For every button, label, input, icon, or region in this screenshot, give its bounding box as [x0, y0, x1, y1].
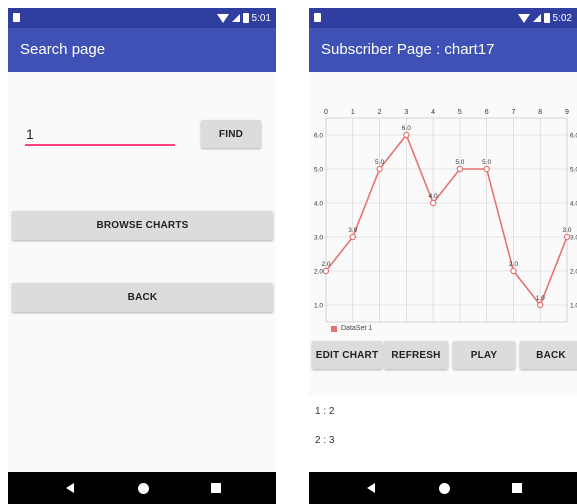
- data-point: [483, 165, 490, 173]
- legend-label: DataSet 1: [341, 325, 373, 332]
- legend-swatch: [331, 325, 337, 332]
- back-button[interactable]: BACK: [520, 341, 577, 369]
- x-tick-label: 7: [511, 109, 515, 116]
- browse-charts-button[interactable]: BROWSE CHARTS: [12, 211, 273, 240]
- y-tick-label-right: 2.0: [570, 269, 577, 276]
- y-tick-label-left: 5.0: [314, 167, 323, 174]
- nav-recent-icon[interactable]: [512, 483, 522, 493]
- data-value-label: 3.0: [348, 227, 357, 234]
- nav-home-icon[interactable]: [439, 483, 450, 494]
- x-tick-label: 3: [404, 109, 408, 116]
- x-tick-label: 1: [351, 109, 355, 116]
- signal-icon: [231, 14, 240, 22]
- status-time: 5:02: [552, 12, 572, 24]
- y-tick-label-left: 1.0: [314, 303, 323, 310]
- y-tick-label-right: 5.0: [570, 167, 577, 174]
- message-item: 1 : 2: [315, 406, 335, 417]
- y-tick-label-left: 4.0: [314, 201, 323, 208]
- status-bar: 5:02: [309, 8, 577, 28]
- data-value-label: 6.0: [402, 125, 411, 132]
- x-tick-label: 2: [378, 109, 382, 116]
- nav-back-icon[interactable]: [367, 483, 375, 493]
- subscriber-screen: 5:02 Subscriber Page : chart17 0 1 2 3 4 5 6 7 8…: [309, 8, 577, 504]
- line-chart-svg: 01234567891.01.02.02.03.03.04.04.05.05.0…: [314, 109, 577, 323]
- nav-recent-icon[interactable]: [211, 483, 221, 493]
- y-tick-label-right: 1.0: [570, 303, 577, 310]
- data-value-label: 5.0: [482, 159, 491, 166]
- back-button[interactable]: BACK: [12, 283, 273, 312]
- data-point: [322, 267, 330, 275]
- search-screen: 5:01 Search page FIND BROWSE CHARTS BACK: [8, 8, 276, 504]
- x-tick-label: 8: [538, 109, 542, 116]
- data-value-label: 5.0: [455, 159, 464, 166]
- y-tick-label-left: 2.0: [314, 269, 323, 276]
- data-value-label: 2.0: [321, 261, 330, 268]
- data-point: [510, 267, 517, 275]
- chart-frame: [325, 117, 568, 323]
- data-point: [563, 233, 571, 241]
- refresh-button[interactable]: REFRESH: [384, 341, 448, 369]
- search-input[interactable]: [25, 124, 175, 146]
- data-point: [376, 165, 383, 173]
- y-tick-label-right: 4.0: [570, 201, 577, 208]
- app-bar-title: Subscriber Page : chart17: [309, 28, 577, 72]
- data-value-label: 4.0: [429, 193, 438, 200]
- data-point: [403, 131, 410, 139]
- signal-icon: [532, 14, 541, 22]
- y-tick-label-right: 6.0: [570, 133, 577, 140]
- find-button[interactable]: FIND: [201, 120, 261, 148]
- y-tick-label-left: 3.0: [314, 235, 323, 242]
- navigation-bar: [8, 472, 276, 504]
- message-list: 1 : 2 2 : 3: [309, 396, 577, 472]
- status-bar: 5:01: [8, 8, 276, 28]
- app-bar-title: Search page: [8, 28, 276, 72]
- y-tick-label-left: 6.0: [314, 133, 323, 140]
- chart-legend: DataSet 1: [331, 325, 372, 332]
- play-button[interactable]: PLAY: [453, 341, 515, 369]
- x-tick-label: 5: [458, 109, 462, 116]
- data-value-label: 3.0: [562, 227, 571, 234]
- x-tick-label: 4: [431, 109, 435, 116]
- line-chart[interactable]: 01234567891.01.02.02.03.03.04.04.05.05.0…: [309, 72, 577, 348]
- data-point: [349, 233, 356, 241]
- navigation-bar: [309, 472, 577, 504]
- status-time: 5:01: [251, 12, 271, 24]
- battery-icon: [242, 13, 249, 23]
- nav-home-icon[interactable]: [138, 483, 149, 494]
- data-point: [456, 165, 464, 173]
- data-value-label: 1.0: [536, 295, 545, 302]
- edit-chart-button[interactable]: EDIT CHART: [312, 341, 382, 369]
- data-point: [429, 199, 437, 207]
- sim-icon: [314, 13, 321, 22]
- sim-icon: [13, 13, 20, 22]
- data-point: [537, 301, 544, 309]
- y-tick-label-right: 3.0: [570, 235, 577, 242]
- data-value-label: 5.0: [375, 159, 384, 166]
- series-line-dataset-1: [325, 133, 568, 307]
- nav-back-icon[interactable]: [66, 483, 74, 493]
- x-tick-label: 9: [565, 109, 569, 116]
- x-tick-label: 0: [324, 109, 328, 116]
- message-item: 2 : 3: [315, 435, 335, 446]
- x-tick-label: 6: [485, 109, 489, 116]
- data-value-label: 2.0: [509, 261, 518, 268]
- wifi-icon: [517, 13, 530, 23]
- wifi-icon: [216, 13, 229, 23]
- battery-icon: [543, 13, 550, 23]
